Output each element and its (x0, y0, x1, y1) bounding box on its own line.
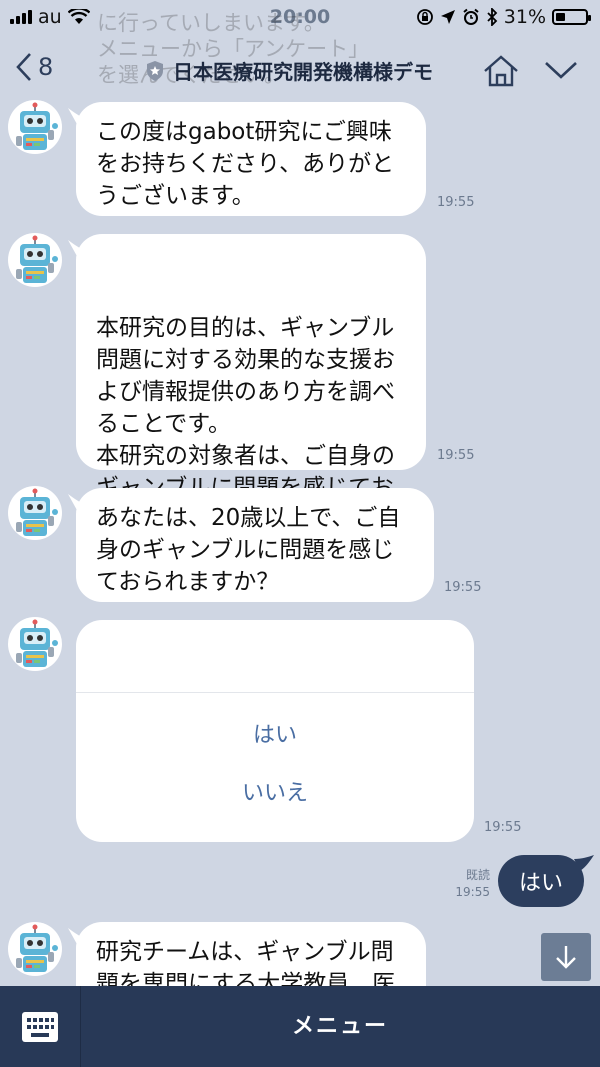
user-message-bubble: はい (498, 855, 594, 907)
unread-count: 8 (38, 53, 54, 81)
location-icon (440, 10, 455, 24)
bot-message-bubble: この度はgabot研究にご興味をお持ちくださり、ありがとうございます。 (68, 102, 426, 216)
message-time: 19:55 (484, 820, 522, 835)
bot-avatar[interactable] (8, 233, 62, 287)
orientation-lock-icon (416, 9, 433, 25)
chevron-left-icon (16, 53, 31, 81)
home-icon[interactable] (482, 54, 520, 88)
message-time: 19:55 (455, 885, 490, 899)
bot-avatar[interactable] (8, 100, 62, 154)
keyboard-toggle-button[interactable] (0, 986, 81, 1067)
alarm-icon (463, 8, 479, 25)
message-time: 19:55 (444, 580, 482, 595)
chat-header: 8 日本医療研究開発機構様デモ (0, 40, 600, 100)
option-no-button[interactable]: いいえ (76, 765, 474, 823)
option-yes-button[interactable]: はい (76, 707, 474, 765)
read-receipt: 既読 19:55 (454, 867, 490, 901)
arrow-down-icon (556, 946, 576, 969)
battery-icon (552, 9, 591, 25)
chat-title-text: 日本医療研究開発機構様デモ (173, 60, 433, 84)
keyboard-icon (22, 1011, 58, 1042)
ghost-line: に行っていしまいます。 (97, 11, 325, 35)
message-text: あなたは、20歳以上で、ご自身のギャンブルに問題を感じておられますか？ (96, 505, 401, 595)
message-text: はい (518, 871, 563, 896)
bot-avatar[interactable] (8, 922, 62, 976)
verified-shield-icon (147, 60, 163, 81)
read-label: 既読 (465, 868, 490, 882)
card-header (76, 620, 474, 693)
scroll-to-bottom-button[interactable] (541, 933, 591, 981)
bottom-menu-bar: メニュー (0, 986, 600, 1067)
message-time: 19:55 (437, 448, 475, 463)
bot-avatar[interactable] (8, 617, 62, 671)
bot-avatar[interactable] (8, 486, 62, 540)
bot-message-bubble: 本研究の目的は、ギャンブル問題に対する効果的な支援および情報提供のあり方を調べる… (68, 234, 426, 533)
message-text: この度はgabot研究にご興味をお持ちくださり、ありがとうございます。 (96, 119, 395, 209)
message-time: 19:55 (437, 195, 475, 210)
bot-message-bubble: あなたは、20歳以上で、ご自身のギャンブルに問題を感じておられますか？ (68, 488, 434, 602)
bluetooth-icon (487, 8, 498, 26)
chat-title: 日本医療研究開発機構様デモ (145, 56, 433, 85)
back-button[interactable]: 8 (16, 52, 53, 82)
chevron-down-icon[interactable] (544, 60, 578, 80)
menu-button[interactable]: メニュー (80, 986, 600, 1067)
battery-percent: 31% (503, 6, 546, 28)
choice-card: はい いいえ (76, 620, 474, 842)
